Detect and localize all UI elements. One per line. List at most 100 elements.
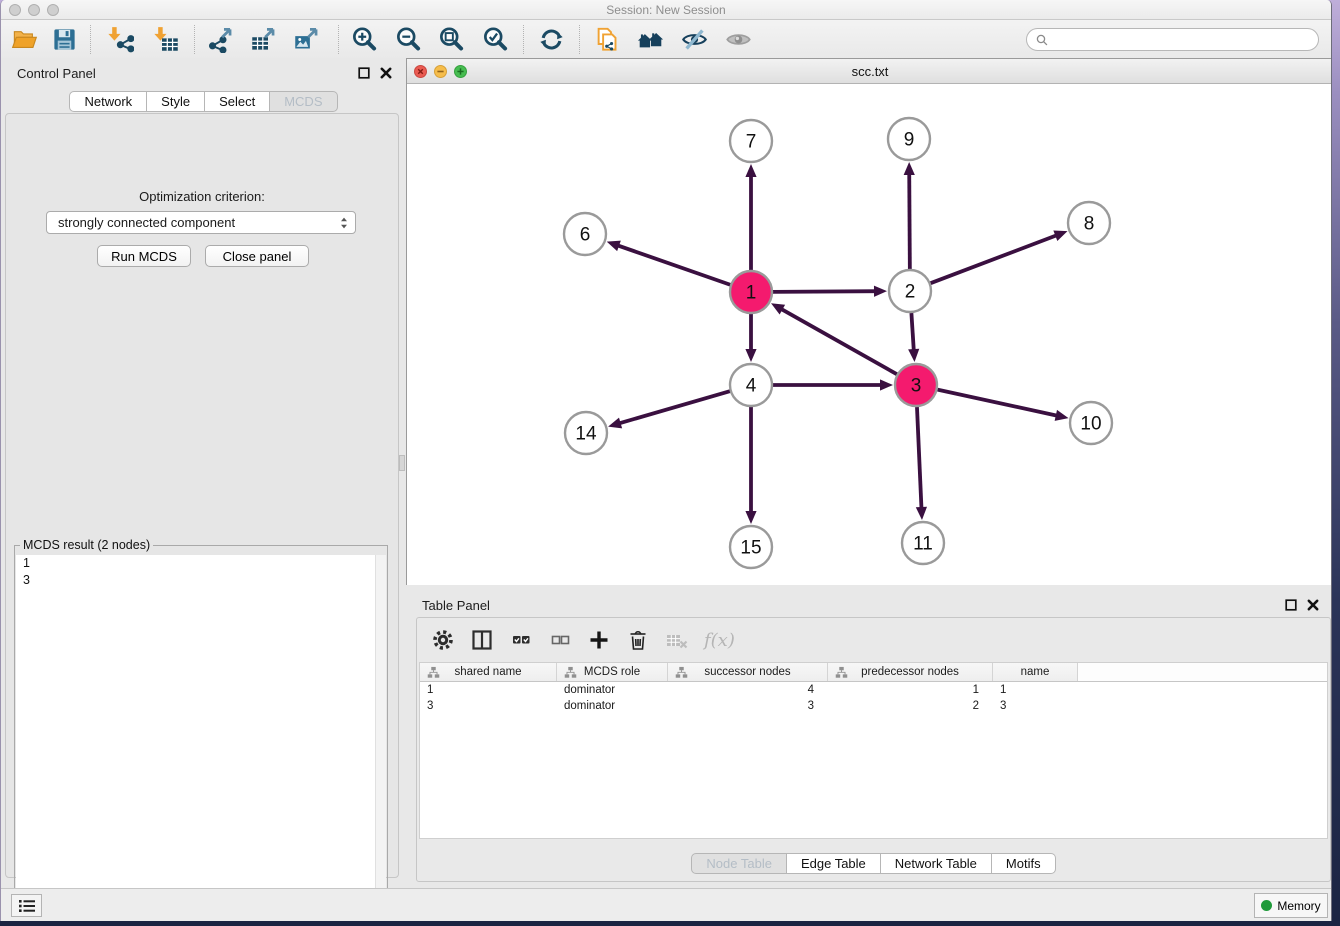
network-window-title: scc.txt: [407, 64, 1332, 79]
column-header-filler: [1078, 663, 1327, 681]
export-image-button[interactable]: [293, 26, 320, 53]
dropdown-stepper-icon: [339, 215, 349, 231]
edge-2-3[interactable]: [911, 313, 914, 353]
tab-edge-table[interactable]: Edge Table: [787, 853, 881, 874]
column-header-mcds-role[interactable]: MCDS role: [557, 663, 668, 681]
control-panel: Control Panel NetworkStyleSelectMCDS Opt…: [1, 58, 406, 888]
table-row[interactable]: 3dominator323: [420, 698, 1327, 714]
column-header-shared-name[interactable]: shared name: [420, 663, 557, 681]
import-network-icon: [107, 26, 134, 53]
new-network-from-selection-button[interactable]: [593, 26, 620, 53]
edge-3-10[interactable]: [937, 390, 1059, 417]
first-neighbors-button[interactable]: [637, 26, 664, 53]
apply-layout-button[interactable]: [538, 26, 565, 53]
delete-column-button[interactable]: [626, 628, 650, 652]
edge-3-11[interactable]: [917, 407, 922, 511]
edge-1-2[interactable]: [773, 291, 878, 292]
window-titlebar: Session: New Session: [1, 0, 1331, 20]
import-network-button[interactable]: [107, 26, 134, 53]
mcds-result-list[interactable]: 13: [16, 555, 386, 921]
cell-shared-name[interactable]: 1: [420, 682, 557, 698]
criterion-dropdown[interactable]: strongly connected component: [46, 211, 356, 234]
node-label-1: 1: [746, 283, 757, 304]
cell-name[interactable]: 3: [993, 698, 1078, 714]
cell-mcds-role[interactable]: dominator: [557, 698, 668, 714]
cell-predecessor-nodes[interactable]: 1: [828, 682, 993, 698]
open-session-button[interactable]: [11, 26, 38, 53]
result-scrollbar[interactable]: [375, 555, 386, 921]
cell-mcds-role[interactable]: dominator: [557, 682, 668, 698]
table-panel: Table Panel f(x) shared nameMCDS rolesuc…: [406, 590, 1332, 885]
tab-style[interactable]: Style: [147, 91, 205, 112]
node-label-14: 14: [575, 424, 597, 445]
edge-arrowhead: [745, 511, 756, 524]
zoom-selected-button[interactable]: [482, 26, 509, 53]
deselect-all-rows-button[interactable]: [548, 628, 572, 652]
node-label-15: 15: [740, 538, 761, 559]
tab-mcds[interactable]: MCDS: [270, 91, 337, 112]
import-table-button[interactable]: [153, 26, 180, 53]
edge-2-9[interactable]: [909, 171, 910, 269]
hide-selected-button[interactable]: [681, 26, 708, 53]
table-settings-button[interactable]: [431, 628, 455, 652]
columns-icon: [470, 628, 494, 652]
edge-arrowhead: [607, 241, 621, 252]
tab-network[interactable]: Network: [69, 91, 147, 112]
close-panel-button[interactable]: Close panel: [205, 245, 309, 267]
edge-arrowhead: [916, 507, 927, 520]
tab-select[interactable]: Select: [205, 91, 270, 112]
column-header-name[interactable]: name: [993, 663, 1078, 681]
memory-status-icon: [1261, 900, 1272, 911]
status-bar: Memory: [1, 888, 1331, 921]
log-console-button[interactable]: [11, 894, 42, 917]
search-icon: [1035, 33, 1049, 47]
main-toolbar: [1, 20, 1331, 59]
search-field[interactable]: [1026, 28, 1319, 51]
edge-3-1[interactable]: [779, 308, 897, 374]
save-session-button[interactable]: [51, 26, 78, 53]
run-mcds-button[interactable]: Run MCDS: [97, 245, 191, 267]
network-graph: 7968124314101511: [407, 84, 1332, 584]
cell-predecessor-nodes[interactable]: 2: [828, 698, 993, 714]
tab-motifs[interactable]: Motifs: [992, 853, 1056, 874]
search-input[interactable]: [1053, 31, 1318, 49]
control-panel-close-button[interactable]: [380, 67, 392, 79]
toggle-columns-button[interactable]: [470, 628, 494, 652]
edge-4-14[interactable]: [617, 391, 730, 424]
export-image-icon: [293, 26, 320, 53]
control-panel-header: Control Panel: [1, 58, 406, 88]
column-label: successor nodes: [704, 666, 790, 678]
show-all-button: [725, 26, 752, 53]
mcds-panel: Optimization criterion: strongly connect…: [5, 113, 399, 878]
add-column-button[interactable]: [587, 628, 611, 652]
edge-2-8[interactable]: [931, 234, 1060, 283]
select-all-rows-button[interactable]: [509, 628, 533, 652]
memory-button[interactable]: Memory: [1254, 893, 1328, 918]
column-label: name: [1021, 666, 1050, 678]
tab-network-table[interactable]: Network Table: [881, 853, 992, 874]
control-panel-float-button[interactable]: [358, 67, 370, 79]
cell-successor-nodes[interactable]: 4: [668, 682, 828, 698]
cell-successor-nodes[interactable]: 3: [668, 698, 828, 714]
table-panel-float-button[interactable]: [1285, 599, 1297, 611]
column-header-predecessor-nodes[interactable]: predecessor nodes: [828, 663, 993, 681]
tab-node-table[interactable]: Node Table: [691, 853, 787, 874]
mcds-result-line: 1: [16, 555, 386, 572]
zoom-out-icon: [395, 26, 422, 53]
toolbar-separator: [338, 25, 339, 54]
node-label-4: 4: [746, 376, 757, 397]
panel-divider-grip[interactable]: [399, 455, 405, 471]
zoom-out-button[interactable]: [395, 26, 422, 53]
export-table-button[interactable]: [250, 26, 277, 53]
zoom-in-button[interactable]: [351, 26, 378, 53]
export-network-button[interactable]: [207, 26, 234, 53]
table-panel-close-button[interactable]: [1307, 599, 1319, 611]
column-header-successor-nodes[interactable]: successor nodes: [668, 663, 828, 681]
table-row[interactable]: 1dominator411: [420, 682, 1327, 698]
cell-shared-name[interactable]: 3: [420, 698, 557, 714]
network-canvas[interactable]: 7968124314101511: [407, 84, 1332, 585]
zoom-fit-button[interactable]: [438, 26, 465, 53]
cell-name[interactable]: 1: [993, 682, 1078, 698]
edge-1-6[interactable]: [615, 245, 730, 285]
node-label-2: 2: [905, 282, 916, 303]
